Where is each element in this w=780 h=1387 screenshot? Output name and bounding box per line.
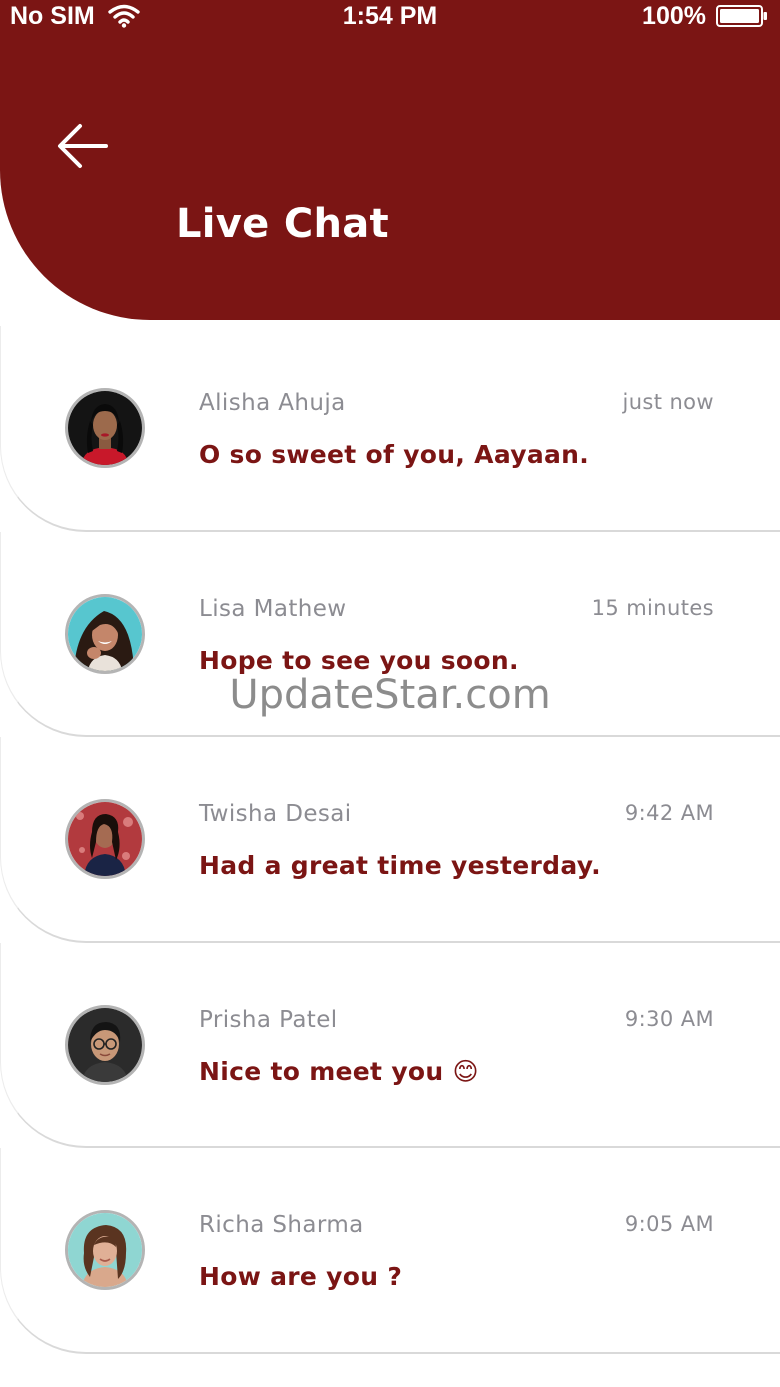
chat-list: Alisha Ahuja just now O so sweet of you,… xyxy=(0,326,780,1354)
battery-icon xyxy=(716,5,767,27)
contact-name: Richa Sharma xyxy=(199,1212,364,1239)
arrow-left-icon[interactable] xyxy=(52,116,112,176)
avatar xyxy=(65,799,145,880)
chat-item[interactable]: Prisha Patel 9:30 AM Nice to meet you 😊 xyxy=(0,942,780,1149)
chat-item[interactable]: Alisha Ahuja just now O so sweet of you,… xyxy=(0,326,780,532)
chat-item[interactable]: Lisa Mathew 15 minutes Hope to see you s… xyxy=(0,531,780,738)
page-title: Live Chat xyxy=(176,201,389,247)
contact-name: Lisa Mathew xyxy=(199,595,347,622)
avatar xyxy=(65,1004,145,1085)
message-time: just now xyxy=(622,390,714,414)
contact-name: Prisha Patel xyxy=(199,1006,338,1033)
avatar xyxy=(65,1210,145,1291)
status-bar: No SIM 1:54 PM 100% xyxy=(0,0,780,34)
last-message: Hope to see you soon. xyxy=(199,645,519,675)
contact-name: Twisha Desai xyxy=(199,801,352,828)
chat-item[interactable]: Richa Sharma 9:05 AM How are you ? xyxy=(0,1148,780,1354)
message-time: 9:42 AM xyxy=(624,801,714,826)
contact-name: Alisha Ahuja xyxy=(199,390,346,416)
message-time: 9:05 AM xyxy=(624,1212,714,1237)
header: No SIM 1:54 PM 100% Live Chat xyxy=(0,0,780,320)
message-time: 9:30 AM xyxy=(624,1006,714,1031)
message-time: 15 minutes xyxy=(591,595,714,620)
battery-percentage: 100% xyxy=(642,2,706,30)
last-message: How are you ? xyxy=(199,1262,403,1292)
last-message: O so sweet of you, Aayaan. xyxy=(199,440,590,469)
chat-item[interactable]: Twisha Desai 9:42 AM Had a great time ye… xyxy=(0,737,780,943)
avatar xyxy=(65,593,145,674)
last-message: Nice to meet you 😊 xyxy=(199,1056,479,1086)
avatar xyxy=(65,388,145,468)
last-message: Had a great time yesterday. xyxy=(199,851,601,881)
